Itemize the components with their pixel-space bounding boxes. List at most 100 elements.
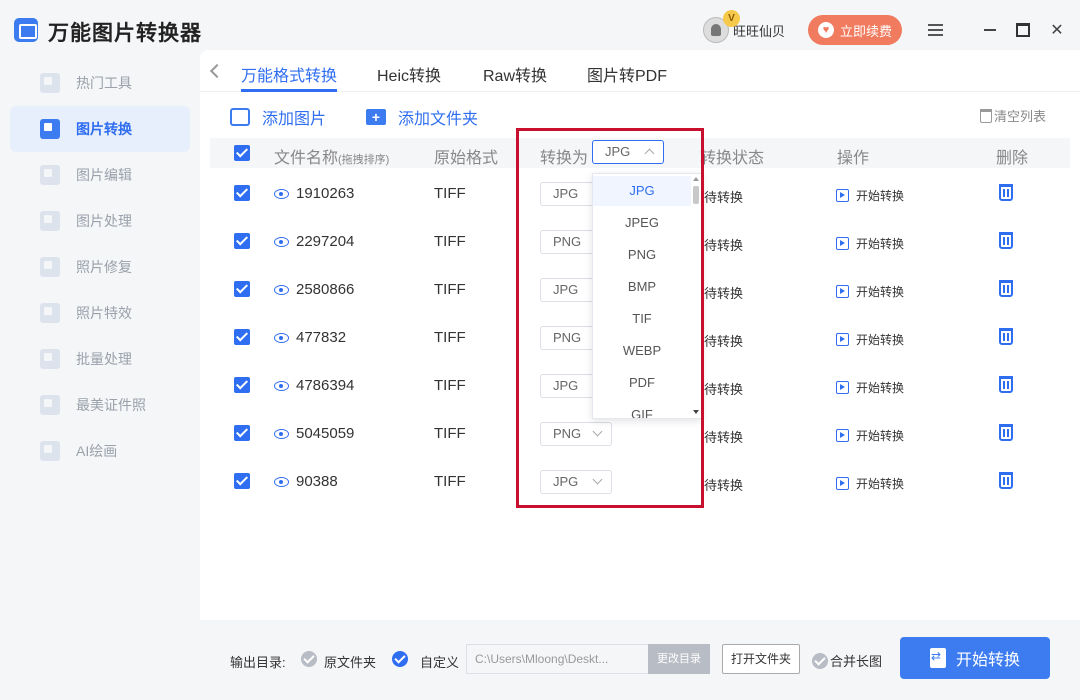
start-convert-button[interactable]: 开始转换 xyxy=(836,427,904,444)
start-convert-button[interactable]: 开始转换 xyxy=(836,235,904,252)
row-checkbox[interactable] xyxy=(234,377,250,393)
menu-icon[interactable] xyxy=(923,18,947,42)
start-convert-button[interactable]: 开始转换 xyxy=(836,475,904,492)
sidebar-item-photo-effects[interactable]: 照片特效 xyxy=(10,290,190,336)
sidebar-item-id-photo[interactable]: 最美证件照 xyxy=(10,382,190,428)
user-profile[interactable]: V 旺旺仙贝 xyxy=(703,10,785,46)
target-format-select[interactable]: JPG xyxy=(540,470,612,494)
eye-icon[interactable] xyxy=(274,189,289,199)
start-convert-button[interactable]: 开始转换 xyxy=(836,283,904,300)
eye-icon[interactable] xyxy=(274,237,289,247)
sidebar-item-label: 图片编辑 xyxy=(76,167,132,183)
play-icon xyxy=(836,429,849,442)
add-image-button[interactable]: 添加图片 xyxy=(230,105,326,129)
renew-button[interactable]: ♥ 立即续费 xyxy=(808,15,902,45)
sidebar-item-batch[interactable]: 批量处理 xyxy=(10,336,190,382)
op-label: 开始转换 xyxy=(856,237,905,251)
minimize-icon[interactable] xyxy=(978,18,1002,42)
start-convert-all-button[interactable]: 开始转换 xyxy=(900,637,1050,679)
row-checkbox[interactable] xyxy=(234,185,250,201)
dropdown-option-bmp[interactable]: BMP xyxy=(593,272,691,302)
dropdown-option-png[interactable]: PNG xyxy=(593,240,691,270)
delete-icon[interactable] xyxy=(999,280,1013,297)
start-convert-button[interactable]: 开始转换 xyxy=(836,331,904,348)
play-icon xyxy=(836,285,849,298)
convert-all-value: JPG xyxy=(605,144,631,159)
delete-icon[interactable] xyxy=(999,472,1013,489)
custom-dir-radio[interactable] xyxy=(392,651,408,667)
tab-universal-format[interactable]: 万能格式转换 xyxy=(241,62,338,92)
delete-icon[interactable] xyxy=(999,376,1013,393)
start-convert-button[interactable]: 开始转换 xyxy=(836,187,904,204)
table-row: 90388 TIFF JPG 待转换 开始转换 xyxy=(210,458,1070,506)
dropdown-option-jpg[interactable]: JPG xyxy=(593,176,691,206)
dropdown-option-gif[interactable]: GIF xyxy=(593,400,691,418)
add-folder-button[interactable]: + 添加文件夹 xyxy=(366,105,478,129)
row-checkbox[interactable] xyxy=(234,425,250,441)
sidebar-item-image-convert[interactable]: 图片转换 xyxy=(10,106,190,152)
output-path-input[interactable] xyxy=(466,644,650,674)
scroll-down-icon[interactable] xyxy=(693,410,699,414)
sidebar-item-hot-tools[interactable]: 热门工具 xyxy=(10,60,190,106)
photo-repair-icon xyxy=(40,257,60,277)
convert-all-select[interactable]: JPG xyxy=(592,140,664,164)
ai-paint-icon xyxy=(40,441,60,461)
eye-icon[interactable] xyxy=(274,477,289,487)
file-name: 2580866 xyxy=(296,281,355,298)
eye-icon[interactable] xyxy=(274,333,289,343)
scroll-up-icon[interactable] xyxy=(693,177,699,181)
change-dir-button[interactable]: 更改目录 xyxy=(648,644,710,674)
open-folder-button[interactable]: 打开文件夹 xyxy=(722,644,800,674)
row-checkbox[interactable] xyxy=(234,281,250,297)
sidebar-item-image-process[interactable]: 图片处理 xyxy=(10,198,190,244)
tab-image-to-pdf[interactable]: 图片转PDF xyxy=(587,62,667,92)
chevron-down-icon xyxy=(592,474,603,485)
sidebar-item-image-edit[interactable]: 图片编辑 xyxy=(10,152,190,198)
tab-raw[interactable]: Raw转换 xyxy=(483,62,547,92)
delete-icon[interactable] xyxy=(999,232,1013,249)
file-name: 477832 xyxy=(296,329,347,346)
image-process-icon xyxy=(40,211,60,231)
start-convert-button[interactable]: 开始转换 xyxy=(836,379,904,396)
delete-icon[interactable] xyxy=(999,424,1013,441)
eye-icon[interactable] xyxy=(274,285,289,295)
sidebar-item-label: 批量处理 xyxy=(76,351,132,367)
row-checkbox[interactable] xyxy=(234,473,250,489)
play-icon xyxy=(836,381,849,394)
sidebar: 热门工具 图片转换 图片编辑 图片处理 照片修复 照片特效 批量处理 最美证件照… xyxy=(0,60,200,700)
original-folder-label[interactable]: 原文件夹 xyxy=(324,652,376,671)
delete-icon[interactable] xyxy=(999,184,1013,201)
avatar[interactable]: V xyxy=(703,10,740,43)
header-filename-hint: (拖拽排序) xyxy=(338,154,390,166)
row-checkbox[interactable] xyxy=(234,233,250,249)
header-filename-label: 文件名称 xyxy=(274,150,339,167)
eye-icon[interactable] xyxy=(274,381,289,391)
dropdown-option-jpeg[interactable]: JPEG xyxy=(593,208,691,238)
merge-long-image-toggle[interactable]: 合并长图 xyxy=(812,651,882,670)
original-folder-radio[interactable] xyxy=(301,651,317,667)
target-format-value: JPG xyxy=(553,186,579,201)
clear-list-button[interactable]: 清空列表 xyxy=(980,106,1046,125)
dropdown-option-pdf[interactable]: PDF xyxy=(593,368,691,398)
maximize-icon[interactable] xyxy=(1011,18,1035,42)
custom-dir-label[interactable]: 自定义 xyxy=(420,652,459,671)
dropdown-option-tif[interactable]: TIF xyxy=(593,304,691,334)
header-operation: 操作 xyxy=(837,150,870,167)
select-all-checkbox[interactable] xyxy=(234,145,250,161)
username[interactable]: 旺旺仙贝 xyxy=(733,21,785,40)
row-checkbox[interactable] xyxy=(234,329,250,345)
dropdown-option-webp[interactable]: WEBP xyxy=(593,336,691,366)
eye-icon[interactable] xyxy=(274,429,289,439)
op-label: 开始转换 xyxy=(856,285,905,299)
id-photo-icon xyxy=(40,395,60,415)
close-icon[interactable]: ✕ xyxy=(1045,18,1069,42)
dropdown-scrollbar[interactable] xyxy=(693,186,699,204)
sidebar-item-photo-repair[interactable]: 照片修复 xyxy=(10,244,190,290)
target-format-select[interactable]: PNG xyxy=(540,422,612,446)
tab-heic[interactable]: Heic转换 xyxy=(377,62,441,92)
back-icon[interactable] xyxy=(209,63,225,79)
image-convert-icon xyxy=(40,119,60,139)
delete-icon[interactable] xyxy=(999,328,1013,345)
op-label: 开始转换 xyxy=(856,429,905,443)
sidebar-item-ai-paint[interactable]: AI绘画 xyxy=(10,428,190,474)
